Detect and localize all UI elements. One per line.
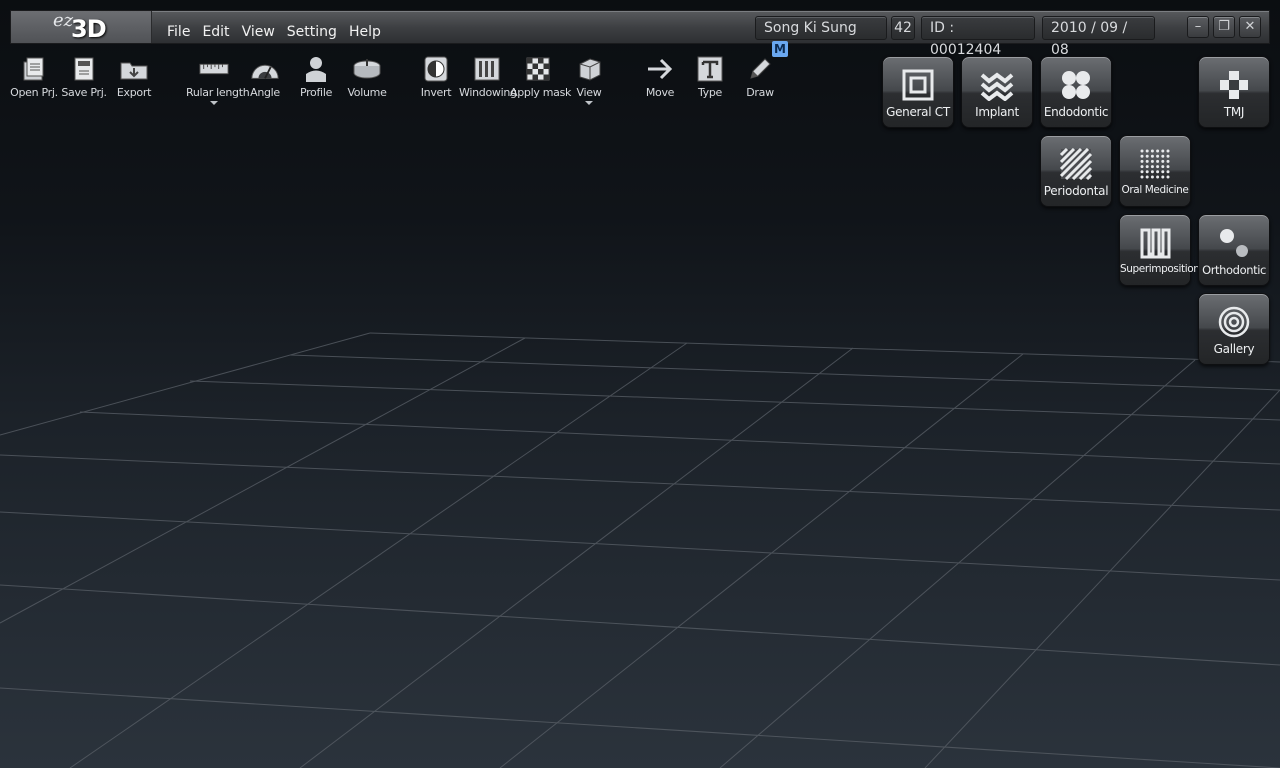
- gender-badge: M: [772, 41, 788, 57]
- patient-name-field: Song Ki Sung M: [755, 16, 887, 57]
- open-project-button[interactable]: Open Prj.: [6, 56, 62, 106]
- move-label: Move: [645, 86, 675, 99]
- view-label: View: [576, 86, 602, 99]
- menu-file[interactable]: File: [161, 11, 196, 43]
- general-ct-label: General CT: [886, 105, 950, 119]
- draw-pencil-icon: [745, 56, 775, 82]
- title-bar: ez 3D File Edit View Setting Help Song K…: [10, 10, 1270, 58]
- exam-date: 2010 / 09 / 08: [1042, 16, 1155, 58]
- profile-button[interactable]: Profile: [288, 56, 344, 106]
- endodontic-icon: [1058, 67, 1094, 103]
- volume-icon: [352, 56, 382, 82]
- logo-3d: 3D: [71, 15, 107, 43]
- open-project-label: Open Prj.: [10, 86, 58, 99]
- volume-button[interactable]: Volume: [339, 56, 395, 106]
- profile-label: Profile: [299, 86, 333, 99]
- menu-setting[interactable]: Setting: [281, 11, 343, 43]
- angle-button[interactable]: Angle: [237, 56, 293, 106]
- menu-help[interactable]: Help: [343, 11, 387, 43]
- move-button[interactable]: Move: [632, 56, 688, 106]
- view-cube-icon: [574, 56, 604, 82]
- view-button[interactable]: View: [561, 56, 617, 106]
- windowing-label: Windowing: [459, 86, 517, 99]
- tmj-icon: [1216, 67, 1252, 103]
- module-gallery[interactable]: Gallery: [1198, 293, 1270, 365]
- minimize-button[interactable]: –: [1187, 16, 1209, 38]
- menu-bar: File Edit View Setting Help: [161, 11, 387, 43]
- view-dropdown-caret[interactable]: [585, 101, 593, 105]
- implant-label: Implant: [975, 105, 1019, 119]
- module-general-ct[interactable]: General CT: [882, 56, 954, 128]
- gallery-icon: [1216, 304, 1252, 340]
- windowing-button[interactable]: Windowing: [459, 56, 517, 106]
- general-ct-icon: [900, 67, 936, 103]
- superimposition-icon: [1137, 225, 1173, 261]
- oral-medicine-icon: [1137, 146, 1173, 182]
- angle-label: Angle: [250, 86, 280, 99]
- module-implant[interactable]: Implant: [961, 56, 1033, 128]
- windowing-icon: [472, 56, 502, 82]
- draw-label: Draw: [746, 86, 774, 99]
- module-superimposition[interactable]: Superimposition: [1119, 214, 1200, 286]
- move-arrow-icon: [645, 56, 675, 82]
- endodontic-label: Endodontic: [1043, 105, 1109, 119]
- superimposition-label: Superimposition: [1120, 263, 1200, 275]
- type-t-icon: [695, 56, 725, 82]
- menu-view[interactable]: View: [236, 11, 281, 43]
- save-project-label: Save Prj.: [61, 86, 107, 99]
- apply-mask-icon: [523, 56, 553, 82]
- apply-mask-label: Apply mask: [510, 86, 572, 99]
- export-label: Export: [116, 86, 152, 99]
- angle-icon: [250, 56, 280, 82]
- module-periodontal[interactable]: Periodontal: [1040, 135, 1112, 207]
- save-project-icon: [69, 56, 99, 82]
- orthodontic-label: Orthodontic: [1202, 263, 1266, 277]
- module-oral-medicine[interactable]: Oral Medicine: [1119, 135, 1191, 207]
- orthodontic-icon: [1216, 225, 1252, 261]
- module-tmj[interactable]: TMJ: [1198, 56, 1270, 128]
- patient-name: Song Ki Sung: [764, 20, 857, 36]
- draw-button[interactable]: Draw: [732, 56, 788, 106]
- patient-age: 42: [891, 16, 915, 40]
- patient-id: ID : 00012404: [921, 16, 1035, 58]
- implant-icon: [979, 67, 1015, 103]
- app-logo: ez 3D: [11, 10, 152, 43]
- tmj-label: TMJ: [1223, 105, 1245, 119]
- invert-button[interactable]: Invert: [408, 56, 464, 106]
- export-icon: [119, 56, 149, 82]
- apply-mask-button[interactable]: Apply mask: [510, 56, 572, 106]
- ruler-dropdown-caret[interactable]: [210, 101, 218, 105]
- save-project-button[interactable]: Save Prj.: [56, 56, 112, 106]
- ruler-length-button[interactable]: Rular length: [186, 56, 250, 106]
- type-label: Type: [697, 86, 723, 99]
- restore-button[interactable]: ❐: [1213, 16, 1235, 38]
- module-endodontic[interactable]: Endodontic: [1040, 56, 1112, 128]
- module-orthodontic[interactable]: Orthodontic: [1198, 214, 1270, 286]
- periodontal-label: Periodontal: [1043, 184, 1109, 198]
- ruler-length-label: Rular length: [186, 86, 250, 99]
- menu-edit[interactable]: Edit: [196, 11, 235, 43]
- oral-medicine-label: Oral Medicine: [1121, 184, 1189, 196]
- invert-label: Invert: [420, 86, 452, 99]
- open-project-icon: [19, 56, 49, 82]
- close-button[interactable]: ✕: [1239, 16, 1261, 38]
- profile-icon: [301, 56, 331, 82]
- type-button[interactable]: Type: [682, 56, 738, 106]
- ruler-icon: [199, 56, 229, 82]
- periodontal-icon: [1058, 146, 1094, 182]
- volume-label: Volume: [347, 86, 387, 99]
- export-button[interactable]: Export: [106, 56, 162, 106]
- invert-icon: [421, 56, 451, 82]
- gallery-label: Gallery: [1213, 342, 1255, 356]
